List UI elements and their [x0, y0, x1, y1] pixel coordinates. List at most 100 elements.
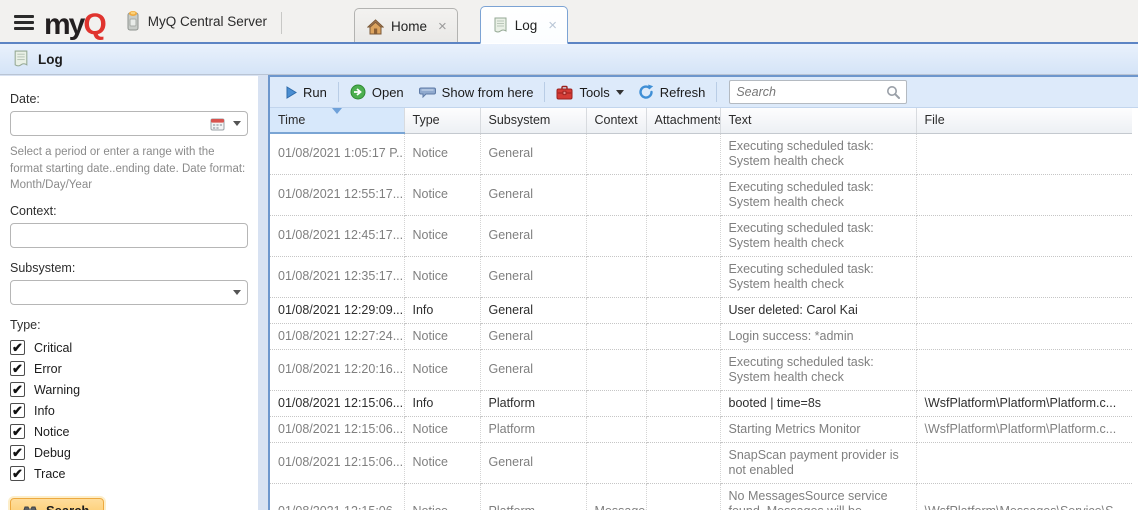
column-header-context[interactable]: Context — [586, 108, 646, 133]
open-button[interactable]: Open — [343, 81, 411, 103]
cell-file: \WsfPlatform\Platform\Platform.c... — [916, 416, 1132, 442]
cell-subsystem: General — [480, 133, 586, 174]
table-row[interactable]: 01/08/2021 12:15:06...NoticeGeneralSnapS… — [270, 442, 1132, 483]
type-checkbox-row-critical[interactable]: ✔Critical — [10, 337, 248, 358]
cell-text: Login success: *admin — [720, 323, 916, 349]
cell-context — [586, 256, 646, 297]
cell-type: Notice — [404, 256, 480, 297]
myq-logo: myQ — [42, 10, 119, 44]
table-row[interactable]: 01/08/2021 12:27:24...NoticeGeneralLogin… — [270, 323, 1132, 349]
filter-sidebar: Date: Select a period or enter a range w… — [0, 76, 258, 510]
tab-home[interactable]: Home × — [354, 8, 458, 44]
table-row[interactable]: 01/08/2021 12:20:16...NoticeGeneralExecu… — [270, 349, 1132, 390]
type-checkbox-row-warning[interactable]: ✔ Warning — [10, 379, 248, 400]
column-header-file[interactable]: File — [916, 108, 1132, 133]
tab-strip: Home × Log × — [354, 0, 568, 44]
cell-type: Notice — [404, 174, 480, 215]
logo-q: Q — [83, 8, 104, 41]
open-icon — [350, 84, 366, 100]
table-row[interactable]: 01/08/2021 1:05:17 P...NoticeGeneralExec… — [270, 133, 1132, 174]
type-checkbox-label: Info — [34, 404, 55, 418]
type-checkbox-label: Warning — [34, 383, 80, 397]
checkbox-error[interactable]: ✔ — [10, 361, 25, 376]
cell-attachments — [646, 442, 720, 483]
cell-subsystem: General — [480, 297, 586, 323]
checkbox-critical[interactable]: ✔ — [10, 340, 25, 355]
cell-attachments — [646, 256, 720, 297]
checkbox-debug[interactable]: ✔ — [10, 445, 25, 460]
type-label: Type: — [10, 318, 248, 332]
subsystem-select[interactable] — [10, 280, 248, 305]
table-row[interactable]: 01/08/2021 12:15:06...InfoPlatformbooted… — [270, 390, 1132, 416]
context-input[interactable] — [17, 229, 241, 243]
date-field[interactable] — [10, 111, 248, 136]
column-header-type[interactable]: Type — [404, 108, 480, 133]
type-checkbox-row-trace[interactable]: ✔Trace — [10, 463, 248, 484]
column-header-attachments[interactable]: Attachments — [646, 108, 720, 133]
cell-text: Executing scheduled task: System health … — [720, 133, 916, 174]
run-button[interactable]: Run — [279, 82, 334, 103]
tab-home-close-icon[interactable]: × — [438, 18, 447, 35]
date-dropdown-caret-icon[interactable] — [233, 121, 241, 130]
checkbox-warning[interactable]: ✔ — [10, 382, 25, 397]
column-header-subsystem[interactable]: Subsystem — [480, 108, 586, 133]
cell-subsystem: General — [480, 442, 586, 483]
table-row[interactable]: 01/08/2021 12:55:17...NoticeGeneralExecu… — [270, 174, 1132, 215]
cell-text: booted | time=8s — [720, 390, 916, 416]
type-checkbox-row-debug[interactable]: ✔Debug — [10, 442, 248, 463]
magnifier-icon[interactable] — [886, 85, 900, 99]
tools-toolbox-icon — [556, 85, 573, 100]
table-row[interactable]: 01/08/2021 12:29:09...InfoGeneralUser de… — [270, 297, 1132, 323]
column-header-text[interactable]: Text — [720, 108, 916, 133]
subsystem-dropdown-caret-icon[interactable] — [233, 290, 241, 299]
calendar-icon[interactable] — [210, 117, 225, 131]
cell-attachments — [646, 416, 720, 442]
cell-text: SnapScan payment provider is not enabled — [720, 442, 916, 483]
table-row[interactable]: 01/08/2021 12:45:17...NoticeGeneralExecu… — [270, 215, 1132, 256]
tab-log-label: Log — [515, 18, 538, 33]
cell-context — [586, 323, 646, 349]
tools-button[interactable]: Tools — [549, 82, 630, 103]
sort-desc-icon — [332, 108, 342, 114]
cell-file — [916, 297, 1132, 323]
context-field[interactable] — [10, 223, 248, 248]
type-checkbox-row-notice[interactable]: ✔ Notice — [10, 421, 248, 442]
date-label: Date: — [10, 92, 248, 106]
cell-attachments — [646, 349, 720, 390]
tools-label: Tools — [579, 85, 609, 100]
type-checkbox-label: Notice — [34, 425, 69, 439]
cell-time: 01/08/2021 12:35:17... — [270, 256, 404, 297]
tab-log-close-icon[interactable]: × — [548, 17, 557, 34]
show-from-here-button[interactable]: Show from here — [411, 82, 541, 103]
log-search-input[interactable] — [736, 85, 886, 99]
hamburger-menu-icon[interactable] — [0, 15, 42, 44]
cell-type: Notice — [404, 215, 480, 256]
column-header-time[interactable]: Time — [270, 108, 404, 133]
subsystem-input[interactable] — [17, 286, 225, 300]
tab-log[interactable]: Log × — [480, 6, 568, 44]
checkbox-info[interactable]: ✔ — [10, 403, 25, 418]
cell-file — [916, 174, 1132, 215]
cell-file — [916, 349, 1132, 390]
cell-subsystem: Platform — [480, 483, 586, 510]
search-button[interactable]: Search — [10, 498, 104, 510]
refresh-button[interactable]: Refresh — [631, 81, 713, 103]
table-row[interactable]: 01/08/2021 12:35:17...NoticeGeneralExecu… — [270, 256, 1132, 297]
server-name: MyQ Central Server — [119, 10, 281, 44]
type-checkbox-row-info[interactable]: ✔ Info — [10, 400, 248, 421]
checkbox-notice[interactable]: ✔ — [10, 424, 25, 439]
table-row[interactable]: 01/08/2021 12:15:06...NoticePlatformMess… — [270, 483, 1132, 510]
cell-type: Info — [404, 390, 480, 416]
type-checkbox-row-error[interactable]: ✔Error — [10, 358, 248, 379]
date-input[interactable] — [17, 117, 210, 131]
cell-context — [586, 174, 646, 215]
checkbox-trace[interactable]: ✔ — [10, 466, 25, 481]
table-row[interactable]: 01/08/2021 12:15:06...NoticePlatformStar… — [270, 416, 1132, 442]
search-button-label: Search — [46, 503, 89, 510]
log-table-body: 01/08/2021 1:05:17 P...NoticeGeneralExec… — [270, 133, 1132, 510]
log-search-box[interactable] — [729, 80, 907, 104]
cell-time: 01/08/2021 12:15:06... — [270, 416, 404, 442]
cell-context — [586, 349, 646, 390]
cell-time: 01/08/2021 12:55:17... — [270, 174, 404, 215]
cell-time: 01/08/2021 12:15:06... — [270, 442, 404, 483]
